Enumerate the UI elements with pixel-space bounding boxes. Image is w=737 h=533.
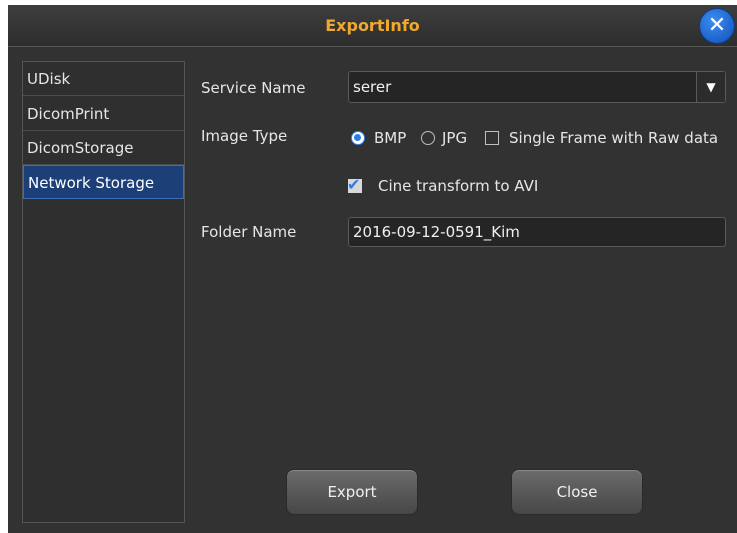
chevron-down-icon[interactable]: ▼ [696,72,725,102]
dialog-title: ExportInfo [325,16,420,35]
cine-avi-label[interactable]: Cine transform to AVI [378,176,538,196]
radio-jpg[interactable] [421,131,435,145]
folder-name-input[interactable]: 2016-09-12-0591_Kim [348,217,726,247]
radio-bmp[interactable] [351,131,365,145]
sidebar: UDisk DicomPrint DicomStorage Network St… [22,61,185,523]
service-name-value: serer [353,78,392,96]
close-button[interactable]: Close [511,469,643,515]
close-icon[interactable]: ✕ [700,9,734,43]
radio-bmp-label[interactable]: BMP [374,128,406,148]
sidebar-item-network-storage[interactable]: Network Storage [23,165,184,199]
export-info-dialog: ExportInfo ✕ UDisk DicomPrint DicomStora… [8,5,737,533]
export-button[interactable]: Export [286,469,418,515]
folder-name-label: Folder Name [201,223,297,241]
cine-avi-checkbox[interactable]: ✔ [347,175,362,194]
title-bar: ExportInfo ✕ [8,5,737,47]
service-name-label: Service Name [201,79,306,97]
check-icon: ✔ [347,175,361,194]
radio-jpg-label[interactable]: JPG [442,128,467,148]
single-frame-label[interactable]: Single Frame with Raw data [509,128,718,148]
service-name-dropdown[interactable]: serer ▼ [348,71,726,103]
sidebar-item-dicomprint[interactable]: DicomPrint [23,97,184,131]
sidebar-item-udisk[interactable]: UDisk [23,62,184,96]
single-frame-checkbox[interactable] [485,131,499,145]
sidebar-item-dicomstorage[interactable]: DicomStorage [23,131,184,165]
image-type-label: Image Type [201,127,288,145]
